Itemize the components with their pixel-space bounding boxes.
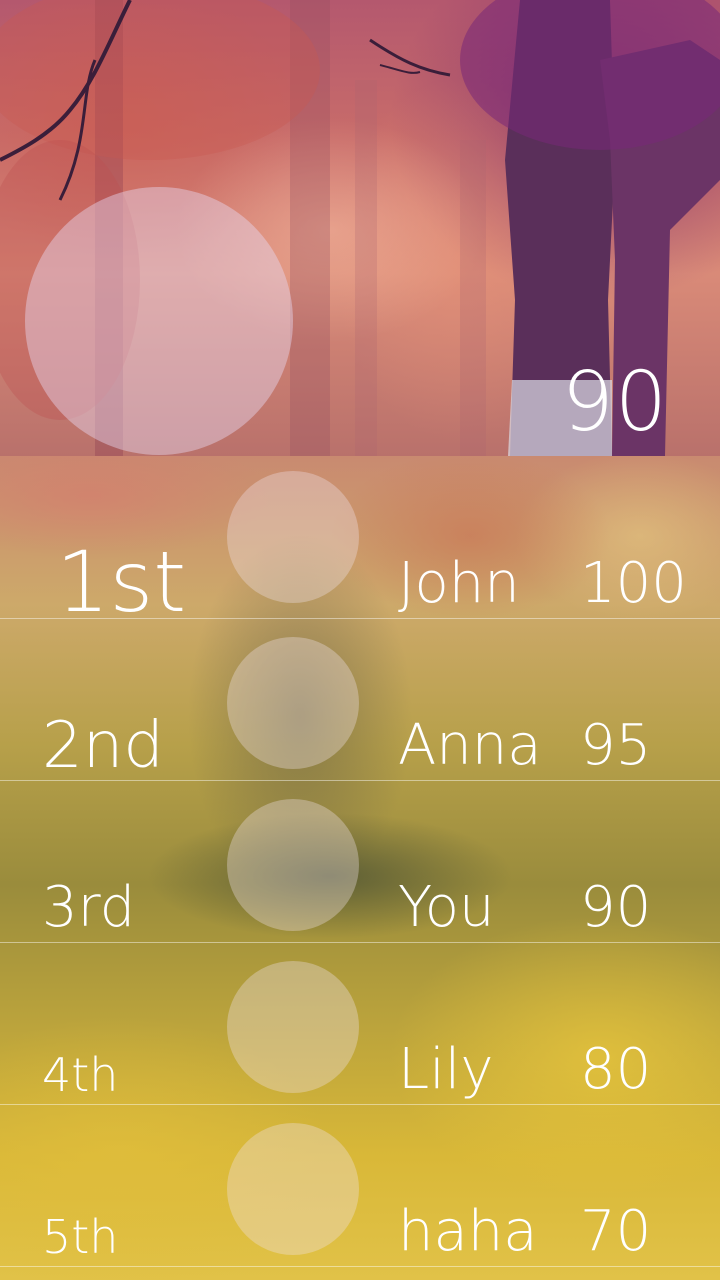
player-score: 95	[580, 713, 652, 778]
my-avatar[interactable]	[25, 187, 293, 455]
player-name: haha	[398, 1199, 538, 1264]
leaderboard-row[interactable]: 3rd You 90	[0, 780, 720, 943]
player-name: Anna	[398, 713, 542, 778]
player-avatar[interactable]	[227, 637, 359, 769]
player-score: 100	[580, 551, 687, 616]
player-score: 70	[580, 1199, 652, 1264]
player-avatar[interactable]	[227, 1123, 359, 1255]
leaderboard-screen: 90 1st John 100 2nd Anna 95 3rd You 90 4…	[0, 0, 720, 1280]
player-avatar[interactable]	[227, 471, 359, 603]
player-avatar[interactable]	[227, 961, 359, 1093]
rank-label: 1st	[56, 533, 187, 631]
player-score: 80	[580, 1037, 652, 1102]
player-name: You	[398, 875, 495, 940]
leaderboard-row[interactable]: 2nd Anna 95	[0, 618, 720, 781]
leaderboard-row[interactable]: 1st John 100	[0, 456, 720, 624]
rank-label: 2nd	[42, 709, 164, 783]
my-score: 90	[561, 355, 668, 450]
rank-label: 4th	[42, 1048, 119, 1102]
leaderboard-row[interactable]: 5th haha 70	[0, 1104, 720, 1267]
rank-label: 3rd	[42, 875, 136, 940]
player-score: 90	[580, 875, 652, 940]
player-name: John	[398, 551, 520, 616]
profile-header: 90	[0, 0, 720, 456]
leaderboard-row[interactable]: 4th Lily 80	[0, 942, 720, 1105]
rank-label: 5th	[42, 1210, 119, 1264]
player-name: Lily	[398, 1037, 494, 1102]
leaderboard-list: 1st John 100 2nd Anna 95 3rd You 90 4th …	[0, 456, 720, 1280]
player-avatar[interactable]	[227, 799, 359, 931]
